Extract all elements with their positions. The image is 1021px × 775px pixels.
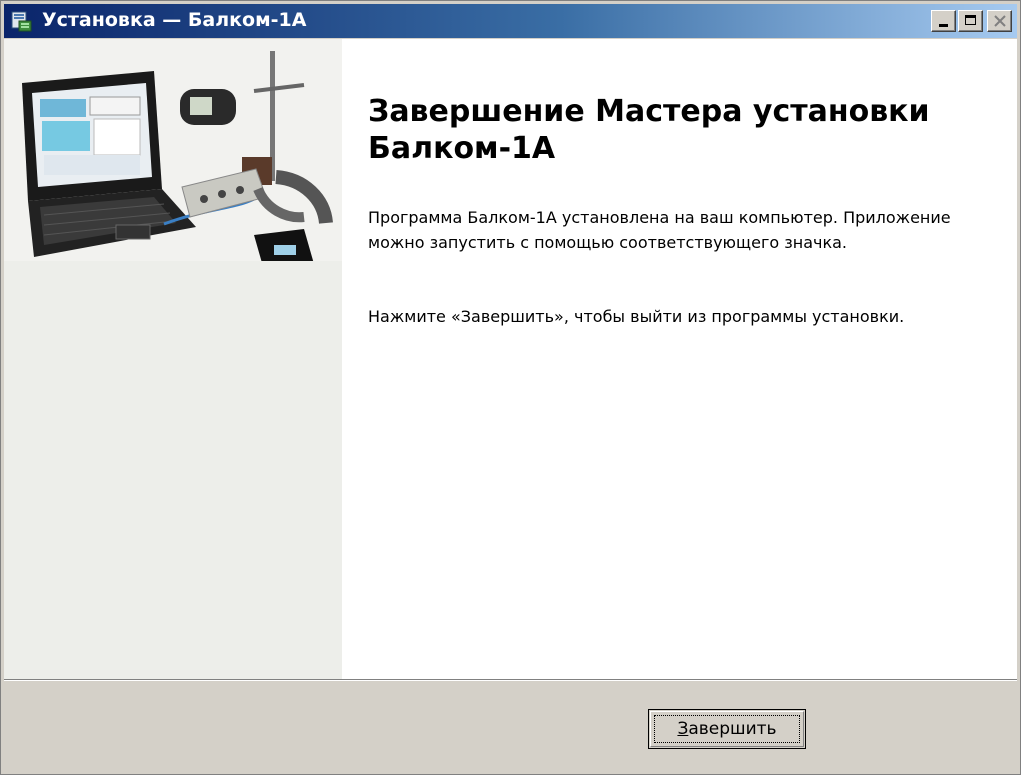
finish-button[interactable]: Завершить <box>648 709 806 749</box>
netbook-with-measuring-devices-photo <box>4 39 342 261</box>
maximize-icon <box>965 15 976 25</box>
finish-instructions: Нажмите «Завершить», чтобы выйти из прог… <box>368 307 905 326</box>
finish-button-focus-rect: Завершить <box>654 715 800 743</box>
wizard-content: Завершение Мастера установки Балком-1А П… <box>4 39 1017 679</box>
wizard-heading: Завершение Мастера установки Балком-1А <box>368 94 930 166</box>
maximize-button[interactable] <box>958 10 983 32</box>
close-icon <box>994 15 1006 27</box>
installed-message: Программа Балком-1А установлена на ваш к… <box>368 208 951 252</box>
close-button[interactable] <box>987 10 1012 32</box>
window-title: Установка — Балком-1А <box>42 9 307 31</box>
wizard-side-panel <box>4 39 342 679</box>
installer-app-icon <box>11 11 32 32</box>
title-bar[interactable]: Установка — Балком-1А <box>4 4 1017 38</box>
title-buttons <box>931 10 1012 33</box>
installer-window: Установка — Балком-1А Завершение Мастера… <box>0 0 1021 775</box>
minimize-icon <box>939 24 948 27</box>
finish-button-label: авершить <box>688 719 777 739</box>
footer-divider-highlight <box>4 680 1017 681</box>
minimize-button[interactable] <box>931 10 956 32</box>
finish-button-mnemonic: З <box>677 719 689 739</box>
